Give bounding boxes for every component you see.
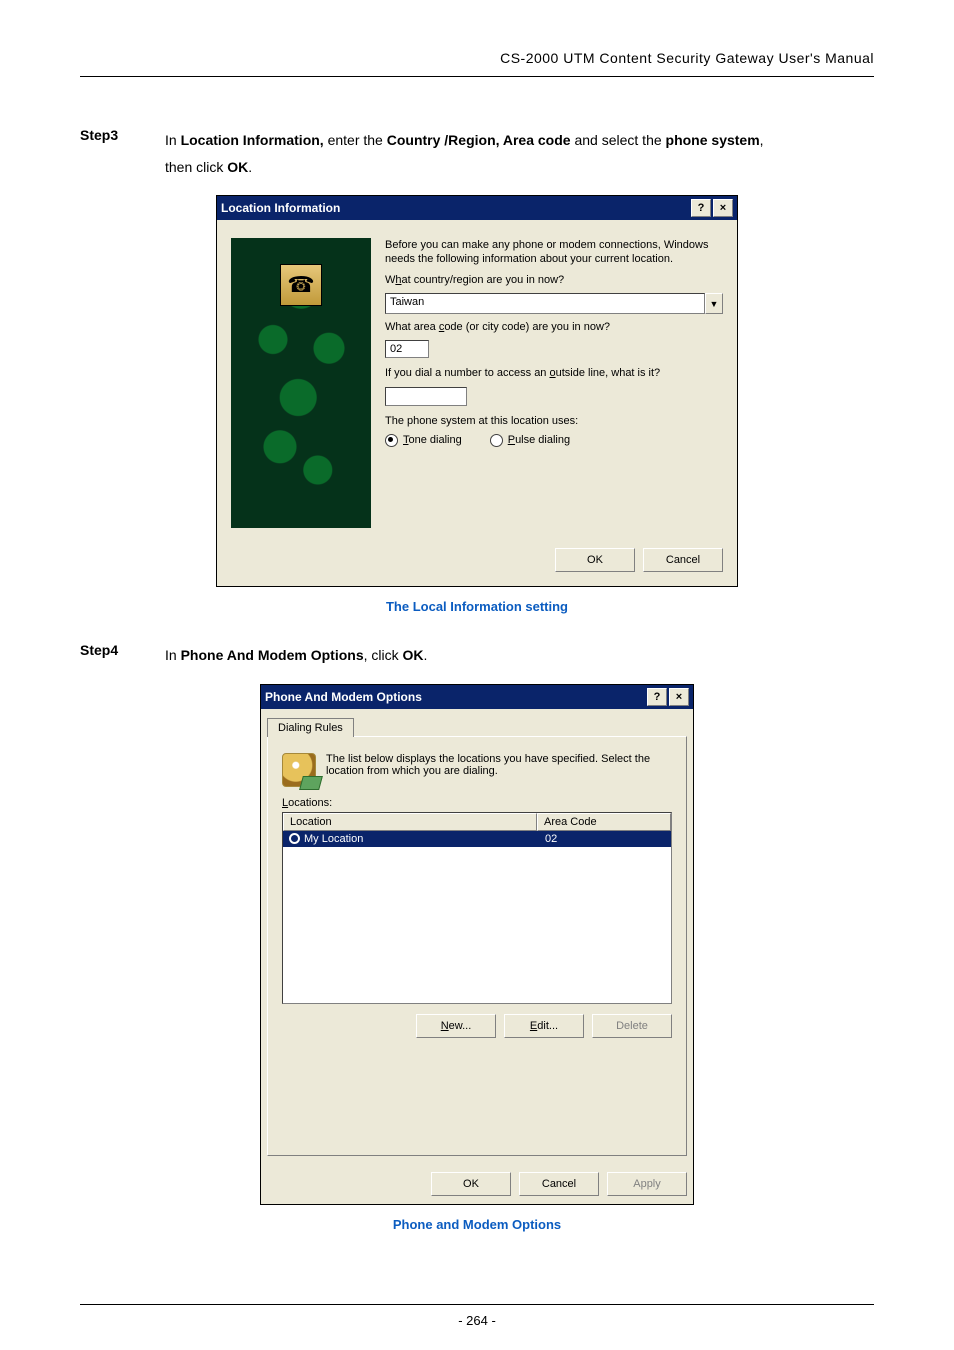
t: elete (624, 1020, 648, 1032)
dialog-title: Phone And Modem Options (265, 690, 422, 704)
step3-body: In Location Information, enter the Count… (165, 127, 764, 180)
ok-button[interactable]: OK (431, 1172, 511, 1196)
u: P (508, 434, 515, 446)
b: Phone And Modem Options (181, 647, 364, 663)
t: and select the (571, 132, 666, 148)
page-footer: - 264 - (0, 1304, 954, 1328)
radio-selected-icon (385, 434, 398, 447)
t: W (385, 274, 395, 286)
globe-phone-icon (282, 753, 316, 787)
delete-button: Delete (592, 1014, 672, 1038)
help-button[interactable]: ? (691, 199, 711, 217)
t: . (248, 159, 252, 175)
b: phone system (666, 132, 760, 148)
t: at country/region are you in now? (402, 274, 565, 286)
apply-button: Apply (607, 1172, 687, 1196)
t: What area (385, 321, 439, 333)
locations-label: Locations: (282, 797, 672, 809)
step3-row: Step3 In Location Information, enter the… (80, 127, 874, 180)
b: OK (227, 159, 248, 175)
t: If you dial a number to access an (385, 367, 549, 379)
tone-dialing-radio[interactable]: Tone dialing (385, 434, 462, 447)
page-number: - 264 - (458, 1313, 496, 1328)
dialog-titlebar: Location Information ? × (217, 196, 737, 220)
u: D (616, 1020, 624, 1032)
b: Country /Region, Area code (387, 132, 571, 148)
t: dit... (537, 1020, 558, 1032)
step4-body: In Phone And Modem Options, click OK. (165, 642, 427, 669)
phone-modem-dialog: Phone And Modem Options ? × Dialing Rule… (260, 684, 694, 1205)
area-label: What area code (or city code) are you in… (385, 320, 723, 334)
t: ode (or city code) are you in now? (444, 321, 610, 333)
dialog-titlebar: Phone And Modem Options ? × (261, 685, 693, 709)
ok-button[interactable]: OK (555, 548, 635, 572)
t: utside line, what is it? (556, 367, 661, 379)
pulse-dialing-radio[interactable]: Pulse dialing (490, 434, 570, 447)
tab-panel: The list below displays the locations yo… (267, 736, 687, 1156)
t: enter the (324, 132, 387, 148)
step4-label: Step4 (80, 642, 135, 658)
t: then click (165, 159, 227, 175)
info-text: The list below displays the locations yo… (326, 753, 672, 777)
t: ulse dialing (515, 434, 570, 446)
close-button[interactable]: × (669, 688, 689, 706)
col-location[interactable]: Location (283, 813, 537, 831)
step4-row: Step4 In Phone And Modem Options, click … (80, 642, 874, 669)
new-button[interactable]: New... (416, 1014, 496, 1038)
t: ocations: (288, 797, 332, 809)
t: ew... (449, 1020, 472, 1032)
country-label: What country/region are you in now? (385, 273, 723, 287)
country-select[interactable]: Taiwan ▼ (385, 293, 723, 314)
location-area-code: 02 (539, 831, 671, 847)
selected-location-icon (289, 833, 300, 844)
list-header: Location Area Code (283, 813, 671, 831)
dialog-title: Location Information (221, 201, 340, 215)
t: , click (364, 647, 403, 663)
tab-dialing-rules[interactable]: Dialing Rules (267, 718, 354, 737)
list-item[interactable]: My Location 02 (283, 831, 671, 847)
t: , (760, 132, 764, 148)
step3-label: Step3 (80, 127, 135, 143)
help-button[interactable]: ? (647, 688, 667, 706)
intro-text: Before you can make any phone or modem c… (385, 238, 723, 267)
location-side-image: ☎ (231, 238, 371, 528)
location-name: My Location (304, 833, 363, 845)
b: OK (403, 647, 424, 663)
location-information-dialog: Location Information ? × ☎ Before you ca… (216, 195, 738, 587)
area-code-input[interactable]: 02 (385, 340, 429, 358)
t: In (165, 647, 181, 663)
close-button[interactable]: × (713, 199, 733, 217)
locations-list[interactable]: Location Area Code My Location 02 (282, 812, 672, 1004)
chevron-down-icon[interactable]: ▼ (705, 293, 723, 314)
phone-icon: ☎ (280, 264, 322, 306)
cancel-button[interactable]: Cancel (643, 548, 723, 572)
edit-button[interactable]: Edit... (504, 1014, 584, 1038)
phone-system-label: The phone system at this location uses: (385, 414, 723, 428)
t: In (165, 132, 181, 148)
figure-caption-1: The Local Information setting (80, 599, 874, 614)
country-value: Taiwan (385, 293, 705, 314)
radio-unselected-icon (490, 434, 503, 447)
u: N (441, 1020, 449, 1032)
outside-label: If you dial a number to access an outsid… (385, 366, 723, 380)
t: one dialing (409, 434, 462, 446)
page-header: CS-2000 UTM Content Security Gateway Use… (80, 50, 874, 77)
figure-caption-2: Phone and Modem Options (80, 1217, 874, 1232)
t: . (424, 647, 428, 663)
b: Location Information, (181, 132, 324, 148)
col-area-code[interactable]: Area Code (537, 813, 671, 831)
cancel-button[interactable]: Cancel (519, 1172, 599, 1196)
outside-line-input[interactable] (385, 387, 467, 406)
